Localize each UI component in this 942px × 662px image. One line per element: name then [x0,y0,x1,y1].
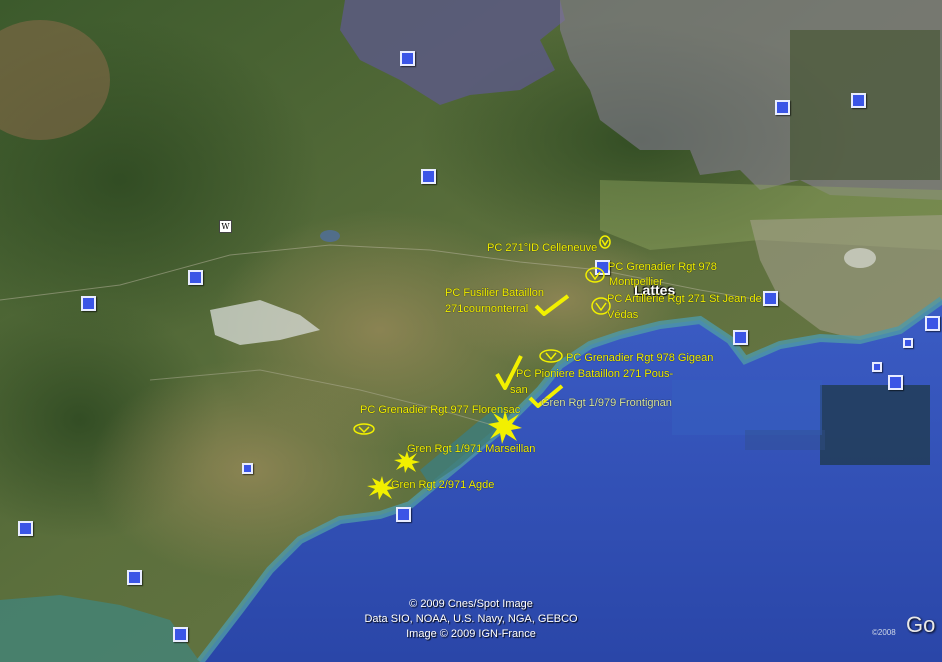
map-view[interactable]: W Lattes PC 271°ID Celleneuve PC Grenadi… [0,0,942,662]
photo-pin-icon[interactable] [188,270,203,285]
label-pc-artillerie[interactable]: PC Artillerie Rgt 271 St Jean de [607,293,762,305]
label-gren-2971[interactable]: Gren Rgt 2/971 Agde [391,479,494,491]
command-post-icon[interactable] [352,422,376,436]
photo-pin-icon[interactable] [421,169,436,184]
command-post-icon[interactable] [538,348,564,364]
photo-pin-icon[interactable] [396,507,411,522]
label-pc-fusilier-2[interactable]: 271cournonterral [445,303,528,315]
photo-pin-icon[interactable] [733,330,748,345]
imagery-credit-line-3: Image © 2009 IGN-France [406,628,536,640]
photo-pin-icon[interactable] [888,375,903,390]
satellite-imagery [0,0,942,662]
label-pc-gren977[interactable]: PC Grenadier Rgt 977 Florensac [360,404,520,416]
photo-pin-icon[interactable] [851,93,866,108]
copyright-small: ©2008 [872,628,896,637]
label-pc-artillerie-2[interactable]: Védas [607,309,638,321]
label-pc-271id[interactable]: PC 271°ID Celleneuve [487,242,597,254]
photo-pin-icon[interactable] [925,316,940,331]
photo-pin-icon[interactable] [127,570,142,585]
command-post-icon[interactable] [598,234,612,250]
label-pc-fusilier[interactable]: PC Fusilier Bataillon [445,287,544,299]
label-pc-pioniere-2[interactable]: san [510,384,528,396]
imagery-credit-line-2: Data SIO, NOAA, U.S. Navy, NGA, GEBCO [364,613,578,625]
imagery-credit-line-1: © 2009 Cnes/Spot Image [409,598,533,610]
label-pc-gren978-gigean[interactable]: PC Grenadier Rgt 978 Gigean [566,352,713,364]
label-pc-pioniere[interactable]: PC Pioniere Bataillon 271 Pous- [516,368,673,380]
label-gren-1971[interactable]: Gren Rgt 1/971 Marseillan [407,443,535,455]
label-pc-gren978-montpellier-2[interactable]: Montpellier [609,276,663,288]
label-gren-1979[interactable]: Gren Rgt 1/979 Frontignan [541,397,672,409]
label-pc-gren978-montpellier[interactable]: PC Grenadier Rgt 978 [608,261,717,273]
wikipedia-icon[interactable]: W [219,220,232,233]
photo-pin-icon[interactable] [400,51,415,66]
photo-pin-icon[interactable] [81,296,96,311]
photo-pin-icon[interactable] [763,291,778,306]
photo-pin-icon[interactable] [18,521,33,536]
google-logo: Go [906,612,936,637]
photo-pin-icon[interactable] [872,362,882,372]
photo-pin-icon[interactable] [242,463,253,474]
command-post-icon[interactable] [584,266,606,284]
photo-pin-icon[interactable] [903,338,913,348]
photo-pin-icon[interactable] [775,100,790,115]
